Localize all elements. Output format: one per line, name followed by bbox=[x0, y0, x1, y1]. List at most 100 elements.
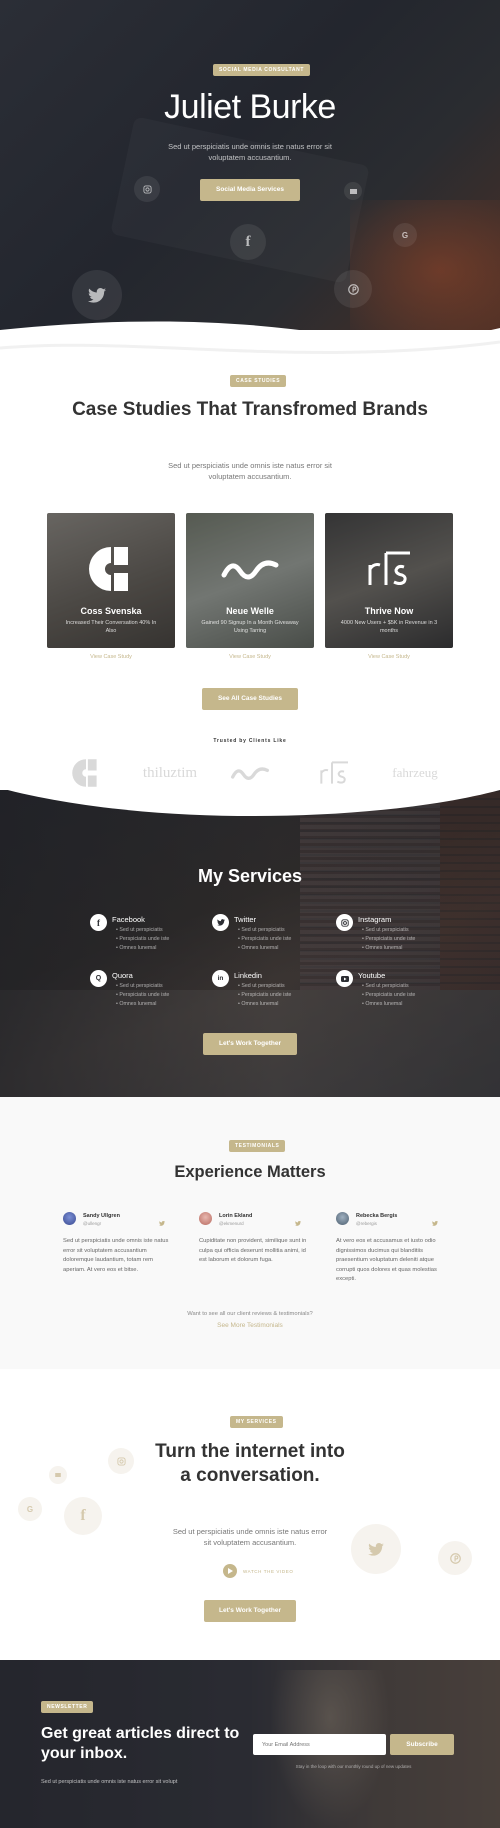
service-bullet: Sed ut perspiciatis bbox=[116, 926, 169, 935]
view-case-study-link[interactable]: View Case Study bbox=[47, 654, 175, 660]
service-bullets: Sed ut perspiciatis Perspiciatis unde is… bbox=[116, 982, 169, 1009]
case-study-card[interactable]: Coss Svenska Increased Their Conversatio… bbox=[47, 513, 175, 648]
instagram-icon bbox=[336, 914, 353, 931]
services-title: My Services bbox=[197, 866, 303, 886]
google-icon[interactable]: G bbox=[18, 1497, 42, 1521]
card-description: 4000 New Users + $5K in Revenue in 3 mon… bbox=[340, 620, 438, 634]
email-field[interactable] bbox=[253, 1734, 386, 1755]
page: Social Media Consultant Juliet Burke Sed… bbox=[0, 0, 500, 1828]
card-title: Thrive Now bbox=[364, 606, 414, 616]
hero-wave-divider bbox=[0, 321, 500, 378]
twitter-icon bbox=[212, 914, 229, 931]
subscribe-button[interactable]: Subscribe bbox=[390, 1734, 454, 1755]
service-name: Instagram bbox=[358, 915, 392, 924]
testimonials-prompt: Want to see all our client reviews & tes… bbox=[187, 1311, 313, 1317]
service-item-twitter[interactable]: Twitter Sed ut perspiciatis Perspiciatis… bbox=[212, 914, 332, 960]
service-item-quora[interactable]: Q Quora Sed ut perspiciatis Perspiciatis… bbox=[90, 970, 210, 1016]
thrive-now-logo bbox=[325, 541, 453, 596]
twitter-icon[interactable] bbox=[432, 1213, 438, 1231]
testimonial-text: Cupiditate non provident, similique sunt… bbox=[199, 1238, 307, 1263]
hero-title: Juliet Burke bbox=[164, 88, 336, 126]
twitter-icon[interactable] bbox=[159, 1213, 165, 1231]
view-case-study-link[interactable]: View Case Study bbox=[186, 654, 314, 660]
pinterest-icon[interactable] bbox=[334, 270, 372, 308]
testimonial-handle: @rebergis bbox=[356, 1221, 377, 1226]
service-item-facebook[interactable]: f Facebook Sed ut perspiciatis Perspicia… bbox=[90, 914, 210, 960]
service-bullet: Omnes lunemal bbox=[238, 944, 291, 953]
play-icon[interactable] bbox=[223, 1564, 237, 1578]
trusted-by-label: Trusted by Clients Like bbox=[213, 738, 287, 744]
testimonial-handle: @ekmenurd bbox=[219, 1221, 244, 1226]
conversation-subtitle: Sed ut perspiciatis unde omnis iste natu… bbox=[172, 1527, 328, 1547]
quora-icon: Q bbox=[90, 970, 107, 987]
service-item-linkedin[interactable]: in Linkedin Sed ut perspiciatis Perspici… bbox=[212, 970, 332, 1016]
email-icon[interactable] bbox=[49, 1466, 67, 1484]
testimonial-text: Sed ut perspiciatis unde omnis iste natu… bbox=[63, 1238, 169, 1273]
coss-svenska-logo bbox=[47, 541, 175, 596]
avatar bbox=[199, 1212, 212, 1225]
google-icon[interactable]: G bbox=[393, 223, 417, 247]
service-bullet: Sed ut perspiciatis bbox=[362, 926, 415, 935]
facebook-icon[interactable]: f bbox=[64, 1497, 102, 1535]
service-bullet: Omnes lunemal bbox=[238, 1000, 291, 1009]
avatar bbox=[63, 1212, 76, 1225]
client-logo-thiluztim: thiluztim bbox=[142, 764, 198, 781]
lets-work-together-button[interactable]: Let's Work Together bbox=[204, 1600, 296, 1622]
service-bullet: Perspiciatis unde iste bbox=[238, 935, 291, 944]
lets-work-together-button[interactable]: Let's Work Together bbox=[203, 1033, 297, 1055]
newsletter-subtitle: Sed ut perspiciatis unde omnis iste natu… bbox=[41, 1779, 178, 1785]
service-bullet: Perspiciatis unde iste bbox=[116, 991, 169, 1000]
testimonial-name: Sandy Ullgren bbox=[83, 1213, 120, 1219]
services-wave-divider bbox=[0, 788, 500, 817]
service-bullet: Perspiciatis unde iste bbox=[238, 991, 291, 1000]
see-more-testimonials-link[interactable]: See More Testimonials bbox=[0, 1322, 500, 1329]
case-study-card[interactable]: Neue Welle Gained 90 Signup In a Month G… bbox=[186, 513, 314, 648]
view-case-study-link[interactable]: View Case Study bbox=[325, 654, 453, 660]
card-title: Coss Svenska bbox=[80, 606, 142, 616]
service-bullets: Sed ut perspiciatis Perspiciatis unde is… bbox=[238, 926, 291, 953]
service-bullet: Sed ut perspiciatis bbox=[116, 982, 169, 991]
case-studies-subtitle: Sed ut perspiciatis unde omnis iste natu… bbox=[168, 461, 332, 481]
pinterest-icon[interactable] bbox=[438, 1541, 472, 1575]
service-bullet: Perspiciatis unde iste bbox=[116, 935, 169, 944]
see-all-case-studies-button[interactable]: See All Case Studies bbox=[202, 688, 298, 710]
service-bullet: Sed ut perspiciatis bbox=[238, 982, 291, 991]
linkedin-icon: in bbox=[212, 970, 229, 987]
hero-badge: Social Media Consultant bbox=[213, 64, 311, 76]
newsletter-note: Stay in the loop with our monthly round … bbox=[295, 1764, 412, 1769]
client-logo-neue-welle bbox=[226, 758, 274, 788]
client-logo-coss-svenska bbox=[66, 758, 106, 788]
service-name: Youtube bbox=[358, 971, 386, 980]
card-description: Increased Their Conversation 40% In Also bbox=[65, 620, 157, 634]
email-icon[interactable] bbox=[344, 182, 362, 200]
twitter-icon[interactable] bbox=[72, 270, 122, 320]
service-bullet: Omnes lunemal bbox=[116, 944, 169, 953]
hero-background-glow bbox=[350, 200, 500, 330]
newsletter-badge: Newsletter bbox=[41, 1701, 94, 1713]
service-item-youtube[interactable]: Youtube Sed ut perspiciatis Perspiciatis… bbox=[336, 970, 456, 1016]
newsletter-title: Get great articles direct to your inbox. bbox=[41, 1725, 240, 1762]
service-name: Twitter bbox=[234, 915, 257, 924]
case-study-card[interactable]: Thrive Now 4000 New Users + $5K in Reven… bbox=[325, 513, 453, 648]
twitter-icon[interactable] bbox=[351, 1524, 401, 1574]
case-studies-title: Case Studies That Transfromed Brands bbox=[72, 399, 428, 420]
neue-welle-logo bbox=[186, 541, 314, 596]
service-bullets: Sed ut perspiciatis Perspiciatis unde is… bbox=[362, 982, 415, 1009]
service-bullet: Sed ut perspiciatis bbox=[238, 926, 291, 935]
watch-video-link[interactable]: Watch the video bbox=[243, 1569, 293, 1574]
testimonial-handle: @ullengr bbox=[83, 1221, 102, 1226]
service-bullet: Perspiciatis unde iste bbox=[362, 935, 415, 944]
service-bullet: Omnes lunemal bbox=[362, 944, 415, 953]
instagram-icon[interactable] bbox=[134, 176, 160, 202]
social-media-services-button[interactable]: Social Media Services bbox=[200, 179, 300, 201]
instagram-icon[interactable] bbox=[108, 1448, 134, 1474]
service-item-instagram[interactable]: Instagram Sed ut perspiciatis Perspiciat… bbox=[336, 914, 456, 960]
testimonials-badge: Testimonials bbox=[229, 1140, 286, 1152]
service-bullets: Sed ut perspiciatis Perspiciatis unde is… bbox=[116, 926, 169, 953]
service-bullet: Perspiciatis unde iste bbox=[362, 991, 415, 1000]
facebook-icon[interactable]: f bbox=[230, 224, 266, 260]
service-bullet: Sed ut perspiciatis bbox=[362, 982, 415, 991]
service-bullets: Sed ut perspiciatis Perspiciatis unde is… bbox=[362, 926, 415, 953]
card-title: Neue Welle bbox=[226, 606, 274, 616]
twitter-icon[interactable] bbox=[295, 1213, 301, 1231]
